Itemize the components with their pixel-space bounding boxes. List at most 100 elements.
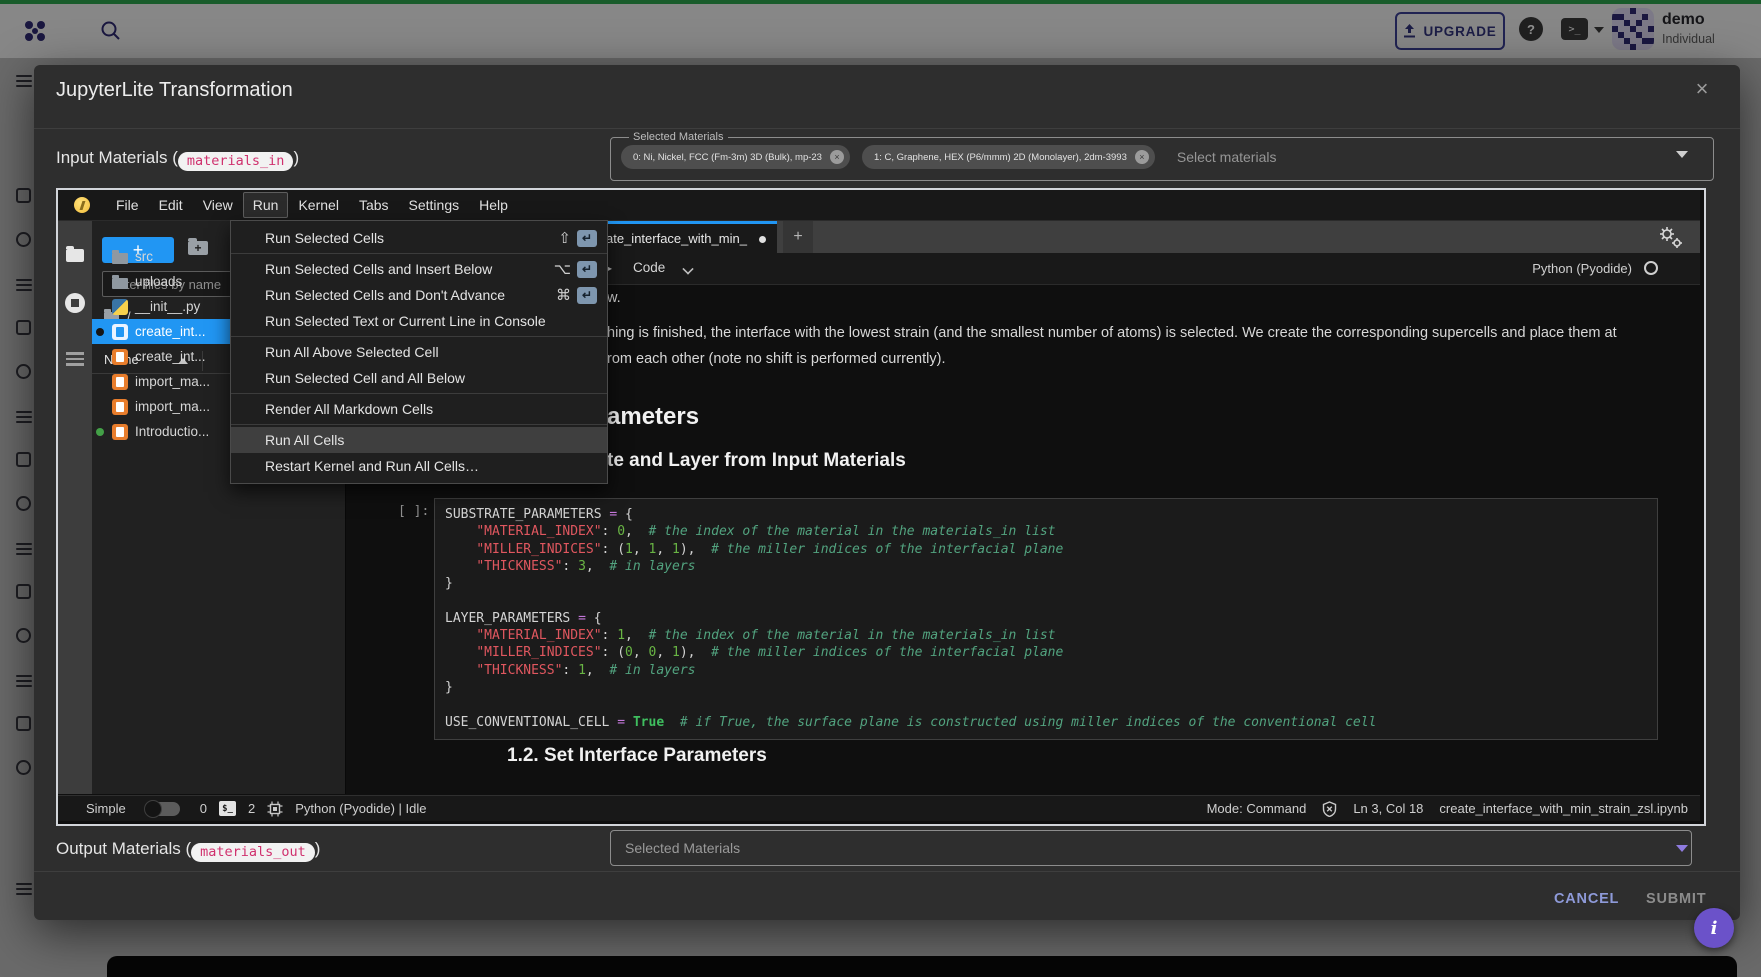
menu-item-label: Run All Cells bbox=[265, 432, 597, 448]
cursor-position[interactable]: Ln 3, Col 18 bbox=[1353, 801, 1423, 816]
status-dot-empty bbox=[96, 353, 104, 361]
status-dot-empty bbox=[96, 378, 104, 386]
select-dropdown-caret-icon[interactable] bbox=[1676, 151, 1688, 158]
code-line: } bbox=[445, 575, 1657, 592]
cell-prompt: [ ]: bbox=[398, 504, 429, 519]
menu-settings[interactable]: Settings bbox=[399, 192, 470, 218]
file-name: create_int... bbox=[135, 349, 206, 364]
menu-help[interactable]: Help bbox=[469, 192, 518, 218]
footer-divider bbox=[34, 871, 1740, 872]
code-line: "THICKNESS": 1, # in layers bbox=[445, 662, 1657, 679]
input-label-suffix: ) bbox=[293, 148, 299, 167]
file-browser-icon[interactable] bbox=[66, 249, 84, 262]
menu-tabs[interactable]: Tabs bbox=[349, 192, 399, 218]
code-line bbox=[445, 592, 1657, 609]
screen: UPGRADE ? >_ demo Individual JupyterLite… bbox=[0, 0, 1761, 977]
terminal-badge-icon[interactable]: $_ bbox=[219, 801, 236, 816]
jupyter-status-bar: Simple 0 $_ 2 Python (Pyodide) | Idle Mo… bbox=[58, 795, 1700, 821]
selected-materials-field[interactable]: Selected Materials 0: Ni, Nickel, FCC (F… bbox=[610, 131, 1714, 181]
material-chip[interactable]: 0: Ni, Nickel, FCC (Fm-3m) 3D (Bulk), mp… bbox=[621, 145, 850, 169]
divider bbox=[34, 128, 1740, 129]
key-enter-icon: ↵ bbox=[577, 287, 597, 304]
code-line: USE_CONVENTIONAL_CELL = True # if True, … bbox=[445, 714, 1657, 731]
code-line: } bbox=[445, 679, 1657, 696]
notebook-icon bbox=[112, 324, 128, 340]
menu-divider bbox=[231, 393, 607, 394]
terminals-count[interactable]: 0 bbox=[200, 801, 207, 816]
jupyterlite-logo-icon bbox=[74, 197, 90, 213]
menu-kernel[interactable]: Kernel bbox=[288, 192, 348, 218]
info-button[interactable]: i bbox=[1694, 908, 1734, 948]
menu-edit[interactable]: Edit bbox=[149, 192, 193, 218]
menubar-items: FileEditViewRunKernelTabsSettingsHelp bbox=[106, 192, 518, 218]
menu-item-restart-kernel-and-run-all-cells[interactable]: Restart Kernel and Run All Cells… bbox=[231, 453, 607, 479]
menu-shortcut: ⌥↵ bbox=[554, 260, 597, 278]
new-tab-button[interactable]: + bbox=[783, 221, 813, 253]
settings-gears-icon[interactable] bbox=[1657, 225, 1685, 251]
status-filename[interactable]: create_interface_with_min_strain_zsl.ipy… bbox=[1439, 801, 1688, 816]
file-name: import_ma... bbox=[135, 374, 210, 389]
chip-remove-icon[interactable]: × bbox=[830, 150, 844, 164]
output-label-prefix: Output Materials ( bbox=[56, 839, 191, 858]
dialog-title: JupyterLite Transformation bbox=[56, 79, 293, 102]
menu-shortcut: ⌘↵ bbox=[556, 286, 597, 304]
kernel-chip-icon[interactable] bbox=[267, 801, 283, 817]
menu-item-label: Run Selected Cell and All Below bbox=[265, 370, 597, 386]
file-name: src bbox=[135, 249, 153, 264]
notebook-icon bbox=[112, 424, 128, 440]
menu-divider bbox=[231, 253, 607, 254]
menu-item-render-all-markdown-cells[interactable]: Render All Markdown Cells bbox=[231, 396, 607, 422]
menu-item-run-selected-cells[interactable]: Run Selected Cells⇧↵ bbox=[231, 225, 607, 251]
mode-indicator[interactable]: Mode: Command bbox=[1207, 801, 1307, 816]
code-line: "THICKNESS": 3, # in layers bbox=[445, 558, 1657, 575]
output-dropdown-caret-icon[interactable] bbox=[1676, 845, 1688, 852]
code-line: "MATERIAL_INDEX": 0, # the index of the … bbox=[445, 523, 1657, 540]
kernels-count[interactable]: 2 bbox=[248, 801, 255, 816]
code-line: SUBSTRATE_PARAMETERS = { bbox=[445, 506, 1657, 523]
materials-select-placeholder[interactable]: Select materials bbox=[1177, 149, 1277, 165]
menu-item-run-all-cells[interactable]: Run All Cells bbox=[231, 427, 607, 453]
cell-type-caret-icon[interactable] bbox=[682, 263, 693, 274]
markdown-fragment: rom each other (note no shift is perform… bbox=[607, 351, 945, 367]
markdown-fragment: w. bbox=[607, 290, 621, 306]
menu-view[interactable]: View bbox=[193, 192, 243, 218]
key-enter-icon: ↵ bbox=[577, 261, 597, 278]
materials-in-chip: materials_in bbox=[178, 152, 294, 171]
status-dot-empty bbox=[96, 403, 104, 411]
output-materials-label: Output Materials (materials_out) bbox=[56, 839, 320, 862]
material-chip[interactable]: 1: C, Graphene, HEX (P6/mmm) 2D (Monolay… bbox=[862, 145, 1155, 169]
submit-button[interactable]: SUBMIT bbox=[1636, 885, 1716, 913]
trust-shield-icon[interactable] bbox=[1322, 801, 1337, 817]
markdown-fragment: hing is finished, the interface with the… bbox=[607, 325, 1617, 341]
status-bar-right: Mode: Command Ln 3, Col 18 create_interf… bbox=[1207, 801, 1688, 817]
cell-type-select[interactable]: Code bbox=[633, 260, 665, 275]
menu-file[interactable]: File bbox=[106, 192, 149, 218]
table-of-contents-icon[interactable] bbox=[66, 349, 84, 369]
menu-item-run-all-above-selected-cell[interactable]: Run All Above Selected Cell bbox=[231, 339, 607, 365]
kernel-status-text[interactable]: Python (Pyodide) | Idle bbox=[295, 801, 426, 816]
kernel-name[interactable]: Python (Pyodide) bbox=[1532, 261, 1632, 276]
menu-item-run-selected-text-or-current-line-in-console[interactable]: Run Selected Text or Current Line in Con… bbox=[231, 308, 607, 334]
kernel-status-icon[interactable] bbox=[1644, 261, 1658, 275]
jupyterlite-transformation-dialog: JupyterLite Transformation × Input Mater… bbox=[34, 65, 1740, 920]
folder-icon bbox=[112, 253, 128, 264]
notebook-icon bbox=[112, 374, 128, 390]
code-line: "MATERIAL_INDEX": 1, # the index of the … bbox=[445, 627, 1657, 644]
key-cmd-icon: ⌘ bbox=[556, 286, 571, 304]
menu-run[interactable]: Run bbox=[243, 192, 289, 218]
status-dot-empty bbox=[96, 303, 104, 311]
code-editor[interactable]: SUBSTRATE_PARAMETERS = { "MATERIAL_INDEX… bbox=[434, 498, 1658, 740]
open-status-dot bbox=[96, 328, 104, 336]
output-materials-field[interactable]: Selected Materials bbox=[610, 830, 1692, 866]
close-icon[interactable]: × bbox=[1688, 75, 1716, 103]
menu-item-run-selected-cells-and-insert-below[interactable]: Run Selected Cells and Insert Below⌥↵ bbox=[231, 256, 607, 282]
menu-divider bbox=[231, 424, 607, 425]
running-sessions-icon[interactable] bbox=[65, 293, 85, 313]
cancel-button[interactable]: CANCEL bbox=[1544, 885, 1629, 913]
chip-remove-icon[interactable]: × bbox=[1135, 150, 1149, 164]
menu-item-run-selected-cell-and-all-below[interactable]: Run Selected Cell and All Below bbox=[231, 365, 607, 391]
menu-item-run-selected-cells-and-don-t-advance[interactable]: Run Selected Cells and Don't Advance⌘↵ bbox=[231, 282, 607, 308]
simple-mode-toggle[interactable] bbox=[146, 802, 180, 816]
file-name: Introductio... bbox=[135, 424, 209, 439]
file-name: __init__.py bbox=[135, 299, 200, 314]
